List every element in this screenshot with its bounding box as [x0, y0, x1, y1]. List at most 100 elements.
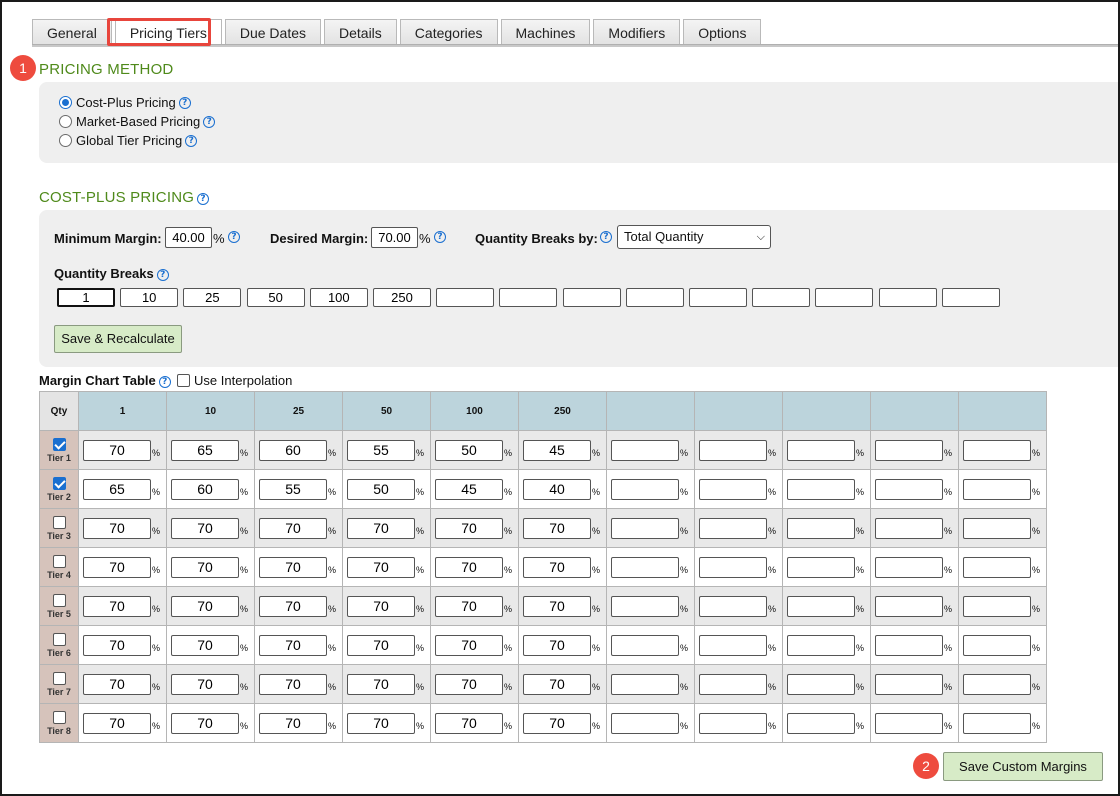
help-icon[interactable]: ?: [600, 231, 612, 243]
margin-input[interactable]: [259, 478, 327, 500]
tier-checkbox[interactable]: [52, 671, 66, 685]
tab-modifiers[interactable]: Modifiers: [593, 19, 681, 45]
margin-input[interactable]: [83, 556, 151, 578]
tab-details[interactable]: Details: [324, 19, 397, 45]
quantity-break-input[interactable]: [499, 288, 558, 307]
tier-checkbox[interactable]: [52, 593, 66, 607]
help-icon[interactable]: ?: [197, 193, 210, 205]
radio-global-tier-pricing[interactable]: Global Tier Pricing ?: [59, 133, 198, 148]
margin-input[interactable]: [435, 595, 503, 617]
margin-input[interactable]: [259, 712, 327, 734]
help-icon[interactable]: ?: [185, 134, 198, 147]
quantity-break-input[interactable]: [436, 288, 495, 307]
quantity-break-input[interactable]: [562, 288, 621, 307]
quantity-break-input[interactable]: [120, 288, 179, 307]
margin-input[interactable]: [875, 517, 943, 539]
margin-input[interactable]: [963, 556, 1031, 578]
margin-input[interactable]: [611, 712, 679, 734]
margin-input[interactable]: [435, 556, 503, 578]
margin-input[interactable]: [347, 517, 415, 539]
margin-input[interactable]: [875, 712, 943, 734]
margin-input[interactable]: [347, 439, 415, 461]
margin-input[interactable]: [83, 478, 151, 500]
quantity-break-input[interactable]: [752, 288, 811, 307]
margin-input[interactable]: [787, 556, 855, 578]
tier-checkbox[interactable]: [52, 632, 66, 646]
margin-input[interactable]: [963, 712, 1031, 734]
quantity-break-input[interactable]: [689, 288, 747, 307]
margin-input[interactable]: [963, 634, 1031, 656]
margin-input[interactable]: [83, 595, 151, 617]
margin-input[interactable]: [523, 712, 591, 734]
margin-input[interactable]: [875, 634, 943, 656]
margin-input[interactable]: [347, 634, 415, 656]
margin-input[interactable]: [699, 556, 767, 578]
margin-input[interactable]: [963, 478, 1031, 500]
margin-input[interactable]: [699, 595, 767, 617]
margin-input[interactable]: [699, 673, 767, 695]
margin-input[interactable]: [83, 634, 151, 656]
quantity-break-input[interactable]: [815, 288, 874, 307]
margin-input[interactable]: [523, 595, 591, 617]
margin-input[interactable]: [259, 595, 327, 617]
save-custom-margins-button[interactable]: Save Custom Margins: [943, 752, 1103, 781]
margin-input[interactable]: [699, 634, 767, 656]
margin-input[interactable]: [875, 673, 943, 695]
margin-input[interactable]: [699, 517, 767, 539]
tab-general[interactable]: General: [32, 19, 112, 45]
margin-input[interactable]: [875, 556, 943, 578]
margin-input[interactable]: [699, 478, 767, 500]
help-icon[interactable]: ?: [178, 96, 191, 109]
margin-input[interactable]: [963, 517, 1031, 539]
margin-input[interactable]: [83, 517, 151, 539]
tab-categories[interactable]: Categories: [399, 19, 498, 45]
help-icon[interactable]: ?: [203, 115, 216, 128]
margin-input[interactable]: [611, 673, 679, 695]
quantity-break-input[interactable]: [309, 288, 368, 307]
quantity-break-input[interactable]: [57, 288, 115, 307]
margin-input[interactable]: [259, 556, 327, 578]
margin-input[interactable]: [963, 595, 1031, 617]
margin-input[interactable]: [963, 439, 1031, 461]
margin-input[interactable]: [523, 517, 591, 539]
tier-checkbox[interactable]: [52, 437, 66, 451]
margin-input[interactable]: [347, 478, 415, 500]
margin-input[interactable]: [611, 595, 679, 617]
margin-input[interactable]: [611, 517, 679, 539]
margin-input[interactable]: [699, 712, 767, 734]
margin-input[interactable]: [171, 712, 239, 734]
margin-input[interactable]: [435, 517, 503, 539]
quantity-break-input[interactable]: [878, 288, 937, 307]
margin-input[interactable]: [875, 478, 943, 500]
margin-input[interactable]: [171, 478, 239, 500]
quantity-breaks-by-select[interactable]: Total Quantity ⌵: [617, 225, 771, 249]
margin-input[interactable]: [699, 439, 767, 461]
margin-input[interactable]: [347, 673, 415, 695]
radio-market-based-pricing[interactable]: Market-Based Pricing ?: [59, 114, 216, 129]
radio-button-market-based[interactable]: [59, 115, 72, 128]
margin-input[interactable]: [83, 439, 151, 461]
radio-button-global-tier[interactable]: [59, 134, 72, 147]
help-icon[interactable]: ?: [158, 376, 171, 388]
help-icon[interactable]: ?: [434, 231, 446, 243]
quantity-break-input[interactable]: [373, 288, 431, 307]
margin-input[interactable]: [875, 595, 943, 617]
margin-input[interactable]: [611, 439, 679, 461]
margin-input[interactable]: [435, 634, 503, 656]
margin-input[interactable]: [171, 595, 239, 617]
margin-input[interactable]: [347, 712, 415, 734]
radio-cost-plus-pricing[interactable]: Cost-Plus Pricing ?: [59, 95, 191, 110]
margin-input[interactable]: [523, 556, 591, 578]
margin-input[interactable]: [523, 478, 591, 500]
margin-input[interactable]: [259, 634, 327, 656]
tab-pricing-tiers[interactable]: Pricing Tiers: [114, 19, 222, 45]
margin-input[interactable]: [787, 673, 855, 695]
help-icon[interactable]: ?: [228, 231, 240, 243]
tier-checkbox[interactable]: [52, 515, 66, 529]
radio-button-cost-plus[interactable]: [59, 96, 72, 109]
margin-input[interactable]: [83, 712, 151, 734]
margin-input[interactable]: [435, 478, 503, 500]
quantity-break-input[interactable]: [625, 288, 684, 307]
tier-checkbox[interactable]: [52, 476, 66, 490]
use-interpolation-checkbox[interactable]: [177, 374, 191, 387]
